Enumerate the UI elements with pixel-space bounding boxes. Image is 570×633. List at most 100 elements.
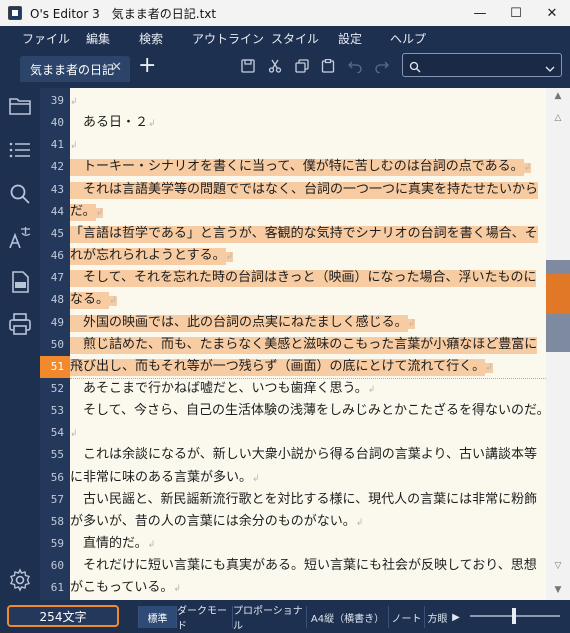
search-panel-icon[interactable] — [8, 182, 32, 206]
copy-icon[interactable] — [292, 56, 312, 76]
document-tab-label: 気まま者の日記 — [30, 62, 115, 77]
settings-icon[interactable] — [8, 568, 32, 592]
line-break-marker: ↲ — [523, 163, 532, 174]
folder-icon[interactable] — [8, 94, 32, 118]
zoom-slider-thumb[interactable] — [512, 608, 516, 624]
line-number-gutter: 39 40 41 42 43 44 45 46 47 48 49 50 51 52 53 54 55 56 57 58… — [40, 88, 70, 600]
pdf-icon[interactable] — [8, 270, 32, 294]
close-window-button[interactable]: ✕ — [534, 0, 570, 26]
selected-text: 飛び出し、而もそれ等が一つ残らず（画面）の底にとけて流れて行く。 — [70, 358, 486, 376]
text-line[interactable]: だ。↲ — [70, 201, 546, 223]
line-number: 42 — [50, 160, 64, 174]
menu-style[interactable]: スタイル — [271, 30, 319, 47]
line-break-marker: ↲ — [147, 540, 156, 550]
text-line[interactable]: それは言語美学等の問題でではなく、台詞の一つ一つに真実を持たせたいから — [70, 179, 546, 201]
text-line[interactable]: トーキー・シナリオを書くに当って、僕が特に苦しむのは台詞の点である。↲ — [70, 156, 546, 178]
text-line[interactable]: そして、それを忘れた時の台詞はきっと（映画）になった場合、浮いたものに — [70, 267, 546, 289]
line-break-marker: ↲ — [407, 318, 416, 329]
scroll-thumb[interactable] — [546, 314, 570, 352]
mode-tab-a4[interactable]: A4縦（横書き） — [306, 606, 388, 628]
line-number: 48 — [50, 293, 64, 307]
line-number: 46 — [50, 249, 64, 263]
text-editor[interactable]: ↲ ある日・２↲ ↲ トーキー・シナリオを書くに当って、僕が特に苦しむのは台詞の点… — [70, 88, 546, 600]
mode-tab-grid[interactable]: 方眼 — [424, 606, 450, 628]
line-number: 47 — [50, 271, 64, 285]
line-number: 40 — [50, 116, 64, 130]
line-text: ある日・２ — [70, 115, 149, 131]
text-line[interactable]: れが忘れられようとする。↲ — [70, 245, 546, 267]
text-line[interactable]: ↲ — [70, 134, 546, 156]
search-box[interactable] — [402, 53, 562, 77]
line-number: 58 — [50, 514, 64, 528]
text-line[interactable]: 外国の映画では、此の台詞の点実にねたましく感じる。↲ — [70, 312, 546, 334]
undo-icon[interactable] — [345, 56, 365, 76]
mode-tab-standard[interactable]: 標準 — [138, 606, 176, 628]
search-input[interactable] — [427, 56, 537, 74]
mode-tab-proportional[interactable]: プロポーショナル — [232, 606, 306, 632]
text-line[interactable]: 古い民謡と、新民謡新流行歌とを対比する様に、現代人の言葉には非常に粉飾 — [70, 489, 546, 511]
search-icon — [409, 58, 421, 77]
line-break-marker: ↲ — [95, 207, 104, 218]
title-bar: O's Editor 3 気まま者の日記.txt — ☐ ✕ — [0, 0, 570, 26]
menu-outline[interactable]: アウトライン — [192, 30, 264, 47]
menu-file[interactable]: ファイル — [22, 30, 70, 47]
menu-help[interactable]: ヘルプ — [390, 30, 426, 47]
add-tab-button[interactable]: + — [138, 54, 156, 78]
text-line[interactable]: に非常に味のある言葉が多い。↲ — [70, 467, 546, 489]
minimize-button[interactable]: — — [462, 0, 498, 26]
document-tab[interactable]: 気まま者の日記 ✕ — [20, 56, 130, 82]
text-line[interactable]: それだけに短い言葉にも真実がある。短い言葉にも社会が反映しており、思想 — [70, 555, 546, 577]
text-line[interactable]: なる。↲ — [70, 289, 546, 311]
chevron-down-icon[interactable] — [545, 59, 555, 78]
selected-text: 「言語は哲学である」と言うが、客観的な気持でシナリオの台詞を書く場合、そ — [70, 225, 538, 243]
print-icon[interactable] — [8, 312, 32, 336]
paste-icon[interactable] — [318, 56, 338, 76]
line-number: 59 — [50, 537, 64, 550]
cut-icon[interactable] — [265, 56, 285, 76]
mode-tab-dark[interactable]: ダークモード — [176, 606, 232, 632]
text-line[interactable]: が多いが、昔の人の言葉には余分のものがない。↲ — [70, 511, 546, 533]
text-line[interactable]: そして、今さら、自己の生活体験の浅薄をしみじみとかこたざるを得ないのだ。↲ — [70, 400, 546, 422]
text-line[interactable]: これは余談になるが、新しい大衆小説から得る台詞の言葉より、古い講談本等 — [70, 444, 546, 466]
line-number: 43 — [50, 182, 64, 196]
line-number: 55 — [50, 448, 64, 462]
line-break-marker: ↲ — [70, 429, 78, 440]
redo-icon[interactable] — [372, 56, 392, 76]
maximize-button[interactable]: ☐ — [498, 0, 534, 26]
selected-text: れが忘れられようとする。 — [70, 248, 226, 266]
text-style-icon[interactable] — [8, 226, 32, 250]
scroll-top-icon[interactable]: ▲ — [546, 88, 570, 104]
text-line[interactable]: ↲ — [70, 90, 546, 112]
close-tab-icon[interactable]: ✕ — [111, 60, 122, 75]
text-line[interactable]: ↲ — [70, 422, 546, 444]
line-text: あそこまで行かねば嘘だと、いつも歯痒く思う。 — [70, 380, 368, 396]
text-line[interactable]: 「言語は哲学である」と言うが、客観的な気持でシナリオの台詞を書く場合、そ — [70, 223, 546, 245]
text-line[interactable]: 煎じ詰めた、而も、たまらなく美感と滋味のこもった言葉が小癪なほど豊富に — [70, 334, 546, 356]
scroll-bottom-icon[interactable]: ▼ — [546, 582, 570, 598]
text-line[interactable]: 飛び出し、而もそれ等が一つ残らず（画面）の底にとけて流れて行く。↲ — [70, 356, 546, 378]
line-number: 45 — [50, 226, 64, 240]
list-icon[interactable] — [8, 138, 32, 162]
selected-text: そして、それを忘れた時の台詞はきっと（映画）になった場合、浮いたものに — [70, 270, 537, 288]
selected-text: 煎じ詰めた、而も、たまらなく美感と滋味のこもった言葉が小癪なほど豊富に — [70, 336, 538, 354]
line-number: 44 — [50, 204, 64, 218]
text-line[interactable]: あそこまで行かねば嘘だと、いつも歯痒く思う。↲ — [70, 378, 546, 400]
menu-edit[interactable]: 編集 — [86, 30, 110, 47]
vertical-scrollbar[interactable]: ▲ △ ▽ ▼ — [546, 88, 570, 600]
text-line[interactable]: 直情的だ。↲ — [70, 533, 546, 555]
menu-search[interactable]: 検索 — [139, 30, 163, 47]
line-break-marker: ↲ — [485, 362, 493, 373]
more-modes-arrow-icon[interactable]: ▶ — [450, 606, 462, 628]
line-number: 60 — [50, 559, 64, 573]
save-icon[interactable] — [238, 56, 258, 76]
text-line[interactable]: がこもっている。↲ — [70, 577, 546, 599]
line-break-marker: ↲ — [173, 584, 181, 595]
menu-settings[interactable]: 設定 — [338, 30, 362, 47]
scroll-up-icon[interactable]: △ — [546, 110, 570, 126]
line-number: 54 — [50, 426, 64, 440]
mode-tab-note[interactable]: ノート — [388, 606, 424, 628]
text-line[interactable]: ある日・２↲ — [70, 112, 546, 134]
scroll-down-icon[interactable]: ▽ — [546, 558, 570, 574]
line-break-marker: ↲ — [367, 384, 376, 395]
line-text: それだけに短い言葉にも真実がある。短い言葉にも社会が反映しており、思想 — [70, 558, 537, 574]
